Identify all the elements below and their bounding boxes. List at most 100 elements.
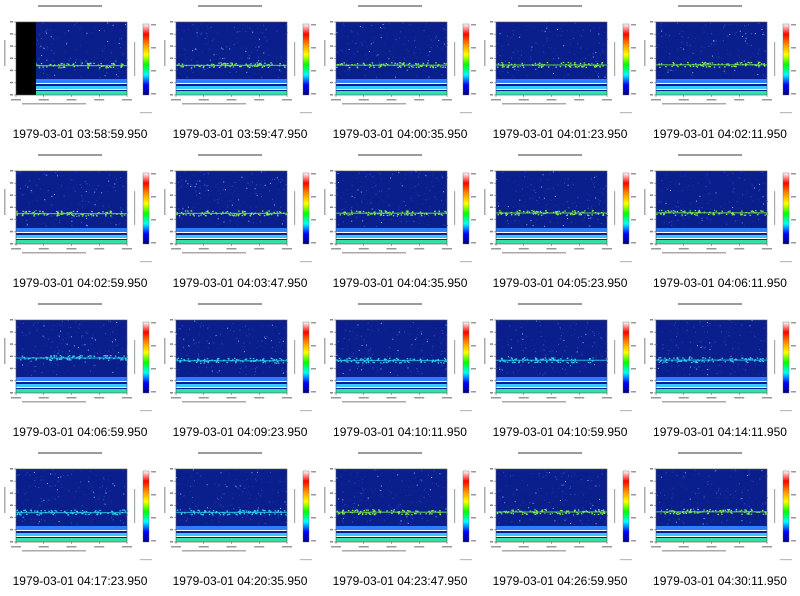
panel-timestamp: 1979-03-01 04:02:59.950	[12, 276, 148, 290]
spectrogram-panel: 1979-03-01 04:17:23.950	[0, 447, 160, 596]
spectrogram-image	[644, 303, 796, 412]
spectrogram-plot	[480, 0, 640, 118]
colorbar	[782, 172, 790, 245]
colorbar	[782, 23, 790, 96]
spectrogram-panel: 1979-03-01 04:02:11.950	[640, 0, 800, 149]
spectrogram-image	[4, 303, 156, 412]
panel-timestamp: 1979-03-01 04:06:59.950	[12, 425, 148, 439]
spectrogram-panel: 1979-03-01 03:58:59.950	[0, 0, 160, 149]
spectrogram-image	[644, 154, 796, 263]
spectrogram-plot	[640, 149, 800, 267]
panel-timestamp: 1979-03-01 04:23:47.950	[332, 574, 468, 588]
spectrogram-panel: 1979-03-01 04:02:59.950	[0, 149, 160, 298]
spectrogram-image	[484, 303, 636, 412]
spectrogram-plot	[0, 447, 160, 565]
spectrogram-panel: 1979-03-01 04:10:11.950	[320, 298, 480, 447]
spectrogram-panel: 1979-03-01 04:01:23.950	[480, 0, 640, 149]
colorbar	[462, 321, 470, 394]
panel-timestamp: 1979-03-01 04:14:11.950	[653, 425, 787, 439]
spectrogram-image	[164, 452, 316, 561]
spectrogram-image	[164, 303, 316, 412]
spectrogram-panel: 1979-03-01 04:09:23.950	[160, 298, 320, 447]
spectrogram-image	[644, 452, 796, 561]
panel-timestamp: 1979-03-01 04:00:35.950	[332, 127, 468, 141]
spectrogram-panel: 1979-03-01 04:30:11.950	[640, 447, 800, 596]
spectrogram-panel: 1979-03-01 04:23:47.950	[320, 447, 480, 596]
panel-timestamp: 1979-03-01 04:17:23.950	[12, 574, 148, 588]
colorbar	[622, 470, 630, 543]
colorbar	[462, 470, 470, 543]
panel-timestamp: 1979-03-01 03:58:59.950	[12, 127, 148, 141]
spectrogram-image	[164, 154, 316, 263]
spectrogram-image	[324, 5, 476, 114]
spectrogram-image	[4, 452, 156, 561]
panel-timestamp: 1979-03-01 04:01:23.950	[492, 127, 628, 141]
panel-timestamp: 1979-03-01 04:04:35.950	[332, 276, 468, 290]
panel-timestamp: 1979-03-01 04:20:35.950	[172, 574, 308, 588]
spectrogram-image	[4, 154, 156, 263]
spectrogram-image	[484, 452, 636, 561]
colorbar	[622, 321, 630, 394]
spectrogram-plot	[160, 0, 320, 118]
panel-timestamp: 1979-03-01 04:09:23.950	[172, 425, 308, 439]
spectrogram-plot	[640, 447, 800, 565]
spectrogram-plot	[320, 0, 480, 118]
spectrogram-panel: 1979-03-01 04:06:59.950	[0, 298, 160, 447]
spectrogram-panel: 1979-03-01 03:59:47.950	[160, 0, 320, 149]
panel-timestamp: 1979-03-01 04:05:23.950	[492, 276, 628, 290]
panel-timestamp: 1979-03-01 04:30:11.950	[653, 574, 787, 588]
colorbar	[782, 470, 790, 543]
panel-timestamp: 1979-03-01 04:02:11.950	[653, 127, 787, 141]
colorbar	[622, 172, 630, 245]
spectrogram-plot	[160, 298, 320, 416]
spectrogram-image	[4, 5, 156, 114]
colorbar	[302, 23, 310, 96]
spectrogram-panel: 1979-03-01 04:20:35.950	[160, 447, 320, 596]
spectrogram-plot	[320, 298, 480, 416]
spectrogram-panel: 1979-03-01 04:06:11.950	[640, 149, 800, 298]
spectrogram-plot	[0, 149, 160, 267]
spectrogram-panel: 1979-03-01 04:10:59.950	[480, 298, 640, 447]
spectrogram-image	[644, 5, 796, 114]
spectrogram-image	[484, 154, 636, 263]
spectrogram-plot	[480, 149, 640, 267]
spectrogram-plot	[640, 0, 800, 118]
colorbar	[142, 172, 150, 245]
colorbar	[142, 321, 150, 394]
spectrogram-plot	[160, 149, 320, 267]
panel-timestamp: 1979-03-01 04:10:11.950	[333, 425, 467, 439]
colorbar	[302, 470, 310, 543]
spectrogram-plot	[0, 298, 160, 416]
spectrogram-image	[324, 452, 476, 561]
spectrogram-panel: 1979-03-01 04:14:11.950	[640, 298, 800, 447]
spectrogram-plot	[160, 447, 320, 565]
spectrogram-plot	[640, 298, 800, 416]
colorbar	[302, 172, 310, 245]
panel-timestamp: 1979-03-01 04:26:59.950	[492, 574, 628, 588]
spectrogram-image	[324, 303, 476, 412]
colorbar	[142, 470, 150, 543]
spectrogram-plot	[480, 447, 640, 565]
colorbar	[462, 23, 470, 96]
spectrogram-panel: 1979-03-01 04:26:59.950	[480, 447, 640, 596]
panel-timestamp: 1979-03-01 04:06:11.950	[653, 276, 787, 290]
panel-timestamp: 1979-03-01 04:10:59.950	[492, 425, 628, 439]
spectrogram-image	[484, 5, 636, 114]
spectrogram-plot	[0, 0, 160, 118]
panel-timestamp: 1979-03-01 04:03:47.950	[172, 276, 308, 290]
colorbar	[302, 321, 310, 394]
spectrogram-plot	[320, 447, 480, 565]
spectrogram-image	[324, 154, 476, 263]
spectrogram-panel: 1979-03-01 04:03:47.950	[160, 149, 320, 298]
panel-timestamp: 1979-03-01 03:59:47.950	[172, 127, 308, 141]
spectrogram-image	[164, 5, 316, 114]
colorbar	[782, 321, 790, 394]
colorbar	[622, 23, 630, 96]
spectrogram-panel: 1979-03-01 04:04:35.950	[320, 149, 480, 298]
colorbar	[142, 23, 150, 96]
spectrogram-panel: 1979-03-01 04:00:35.950	[320, 0, 480, 149]
spectrogram-panel: 1979-03-01 04:05:23.950	[480, 149, 640, 298]
colorbar	[462, 172, 470, 245]
spectrogram-grid: 1979-03-01 03:58:59.950 1979-03-01 03:59:…	[0, 0, 800, 596]
spectrogram-plot	[480, 298, 640, 416]
